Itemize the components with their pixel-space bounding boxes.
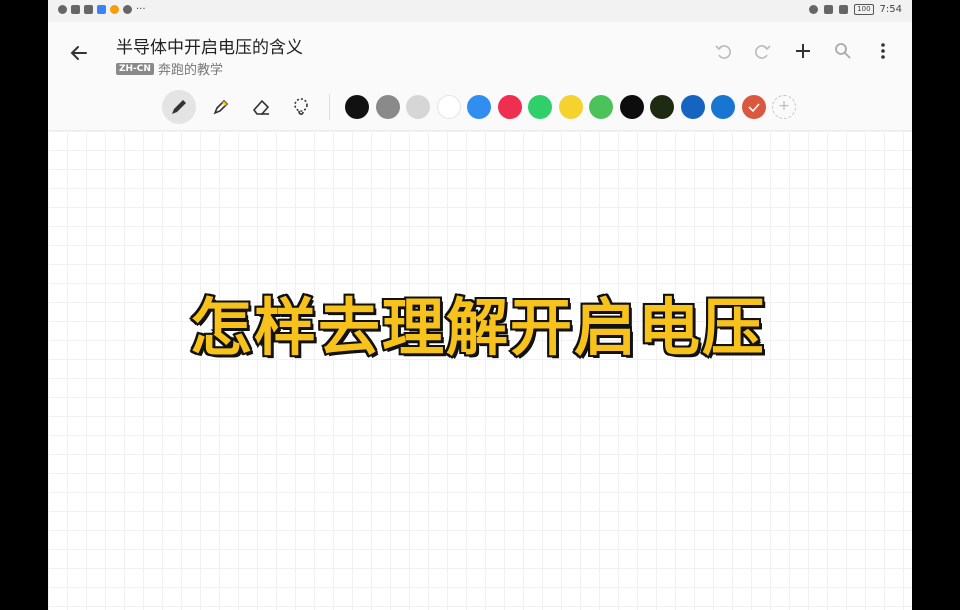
message-icon xyxy=(84,5,93,14)
app-icon-gray xyxy=(123,5,132,14)
wifi-icon xyxy=(58,5,67,14)
add-button[interactable] xyxy=(790,38,816,64)
redo-icon xyxy=(755,45,771,59)
pen-icon xyxy=(172,100,186,114)
note-header: 半导体中开启电压的含义 ZH-CN 奔跑的教学 xyxy=(48,22,912,84)
more-options-button[interactable] xyxy=(870,38,896,64)
drawing-canvas[interactable]: 怎样去理解开启电压 xyxy=(48,131,912,610)
lasso-tool[interactable] xyxy=(284,90,318,124)
note-subtitle-row: ZH-CN 奔跑的教学 xyxy=(116,59,223,78)
color-swatch-13[interactable] xyxy=(711,95,735,119)
status-bar: ··· 100 7:54 xyxy=(48,0,912,22)
color-swatch-4[interactable] xyxy=(436,95,461,119)
arrow-left-icon xyxy=(70,46,87,60)
alarm-icon xyxy=(809,5,819,14)
note-author: 奔跑的教学 xyxy=(157,63,223,78)
color-swatch-11[interactable] xyxy=(650,95,674,119)
toolbar-divider xyxy=(329,94,330,120)
note-title[interactable]: 半导体中开启电压的含义 xyxy=(116,33,303,58)
language-badge: ZH-CN xyxy=(116,62,154,75)
check-icon xyxy=(747,103,760,113)
search-icon xyxy=(835,43,851,59)
more-vertical-icon xyxy=(881,43,885,59)
color-swatch-6[interactable] xyxy=(497,95,522,119)
color-swatch-5[interactable] xyxy=(467,95,491,119)
color-swatch-3[interactable] xyxy=(406,95,430,119)
back-button[interactable] xyxy=(64,38,94,68)
app-icon xyxy=(97,5,106,14)
color-swatch-8[interactable] xyxy=(558,95,583,119)
plus-icon xyxy=(796,44,810,58)
app-screen: ··· 100 7:54 半导体中开启电压的含义 ZH-CN 奔跑的教学 + 怎… xyxy=(48,0,912,610)
silent-icon xyxy=(824,5,834,14)
color-swatch-1[interactable] xyxy=(345,95,369,119)
status-icons-right: 100 7:54 xyxy=(809,4,902,15)
color-swatch-12[interactable] xyxy=(680,95,705,119)
redo-button[interactable] xyxy=(750,38,776,64)
color-swatch-10[interactable] xyxy=(619,95,644,119)
color-swatch-7[interactable] xyxy=(528,95,552,119)
lasso-icon xyxy=(294,98,308,115)
app-icon-orange xyxy=(110,5,119,14)
status-time: 7:54 xyxy=(879,4,902,15)
undo-button[interactable] xyxy=(710,38,736,64)
highlighter-icon xyxy=(213,99,229,115)
color-swatch-2[interactable] xyxy=(375,95,400,119)
undo-icon xyxy=(715,45,731,59)
status-icons-left: ··· xyxy=(58,4,146,15)
battery-icon: 100 xyxy=(854,4,874,15)
pen-tool[interactable] xyxy=(162,90,196,124)
signal-icon xyxy=(839,5,849,14)
add-color-button[interactable]: + xyxy=(772,95,796,119)
search-button[interactable] xyxy=(830,38,856,64)
color-swatch-14[interactable] xyxy=(741,95,766,119)
color-swatch-9[interactable] xyxy=(589,95,613,119)
drawing-toolbar: + xyxy=(48,84,912,131)
highlighter-tool[interactable] xyxy=(204,90,238,124)
more-icon: ··· xyxy=(136,4,146,15)
canvas-handwritten-text: 怎样去理解开启电压 xyxy=(188,289,766,366)
header-actions xyxy=(710,38,896,64)
video-icon xyxy=(71,5,80,14)
eraser-tool[interactable] xyxy=(244,90,278,124)
eraser-icon xyxy=(252,99,270,115)
